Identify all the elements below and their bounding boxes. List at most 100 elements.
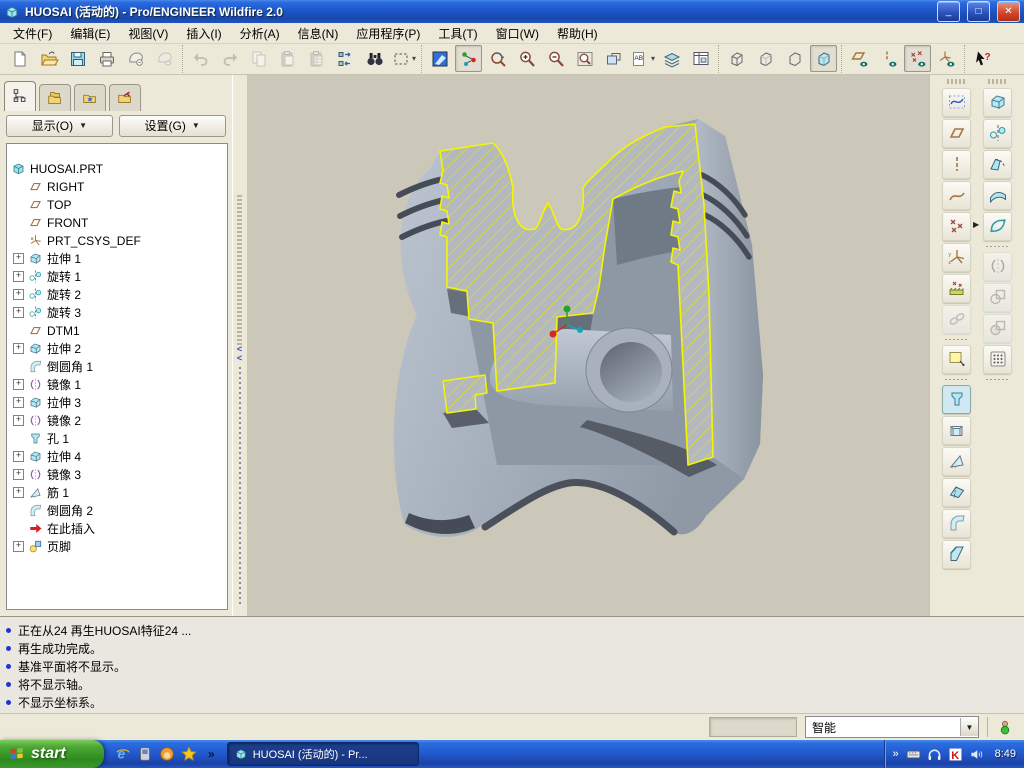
datum-csys-button[interactable]: yz (942, 242, 972, 272)
tree-item[interactable]: + 镜像 1 (7, 376, 227, 394)
tree-item[interactable]: + 镜像 3 (7, 466, 227, 484)
offset-points-button[interactable] (942, 273, 972, 303)
connections-tab[interactable] (109, 83, 141, 111)
tree-item[interactable]: FRONT (7, 214, 227, 232)
no-hidden-button[interactable] (781, 45, 808, 72)
favorites-star-icon[interactable] (180, 745, 198, 763)
expand-plus-icon[interactable]: + (13, 415, 24, 427)
tree-item[interactable]: + 拉伸 4 (7, 448, 227, 466)
note-button[interactable] (942, 344, 972, 374)
datum-curve-button[interactable] (942, 180, 972, 210)
menu-item-6[interactable]: 应用程序(P) (347, 23, 429, 44)
plane-display-button[interactable] (846, 45, 873, 72)
tree-item[interactable]: + 拉伸 2 (7, 340, 227, 358)
sweep-button[interactable] (983, 149, 1013, 179)
tree-item[interactable]: + 旋转 2 (7, 286, 227, 304)
menu-item-0[interactable]: 文件(F) (4, 23, 61, 44)
shell-button[interactable] (942, 415, 972, 445)
shaded-button[interactable] (810, 45, 837, 73)
tree-item[interactable]: PRT_CSYS_DEF (7, 232, 227, 250)
maximize-button[interactable]: □ (967, 1, 990, 23)
wireframe-button[interactable] (723, 45, 750, 72)
annotations-button[interactable]: AB ▾ (629, 45, 656, 72)
sketch-tool-button[interactable] (942, 87, 972, 117)
sash-grip[interactable] (237, 194, 243, 345)
tree-item[interactable]: + 旋转 3 (7, 304, 227, 322)
repaint-button[interactable] (426, 45, 453, 72)
antivirus-icon[interactable]: K (947, 746, 964, 763)
expand-plus-icon[interactable]: + (13, 469, 24, 481)
tree-item[interactable]: HUOSAI.PRT (7, 160, 227, 178)
spin-center-button[interactable] (455, 45, 482, 73)
chamfer-button[interactable] (942, 539, 972, 569)
tree-item[interactable]: + 拉伸 1 (7, 250, 227, 268)
menu-item-5[interactable]: 信息(N) (289, 23, 348, 44)
expand-plus-icon[interactable]: + (13, 379, 24, 391)
overflow-chevron-icon[interactable]: » (208, 747, 215, 761)
agent-icon[interactable] (158, 745, 176, 763)
expand-plus-icon[interactable]: + (13, 271, 24, 283)
tree-item[interactable]: RIGHT (7, 178, 227, 196)
navigator-sash[interactable]: < < (231, 74, 247, 616)
extrude-button[interactable] (983, 87, 1013, 117)
draft-button[interactable] (942, 477, 972, 507)
datum-point-button[interactable]: ▶ (942, 211, 979, 241)
close-button[interactable]: ✕ (997, 1, 1020, 23)
csys-display-button[interactable] (933, 45, 960, 72)
messenger-icon[interactable] (136, 745, 154, 763)
menu-item-7[interactable]: 工具(T) (429, 23, 486, 44)
tree-item[interactable]: + 镜像 2 (7, 412, 227, 430)
menu-item-4[interactable]: 分析(A) (231, 23, 289, 44)
round-button[interactable] (942, 508, 972, 538)
tree-settings-button[interactable]: 设置(G) ▼ (118, 114, 226, 137)
zoom-out-button[interactable] (542, 45, 569, 72)
expand-plus-icon[interactable]: + (13, 289, 24, 301)
refit-button[interactable] (571, 45, 598, 72)
open-file-button[interactable] (35, 45, 62, 72)
axis-display-button[interactable] (875, 45, 902, 72)
menu-item-3[interactable]: 插入(I) (177, 23, 230, 44)
tree-item[interactable]: 倒圆角 2 (7, 502, 227, 520)
send-mail-button[interactable] (122, 45, 149, 72)
rib-button[interactable] (942, 446, 972, 476)
tray-chevron-icon[interactable]: » (892, 748, 898, 760)
datum-plane-button[interactable] (942, 118, 972, 148)
expand-plus-icon[interactable]: + (13, 307, 24, 319)
saved-views-button[interactable] (600, 45, 627, 72)
regenerate-button[interactable] (332, 45, 359, 72)
expand-plus-icon[interactable]: + (13, 541, 24, 553)
3d-viewport[interactable] (246, 74, 930, 616)
tree-item[interactable]: + 页脚 (7, 538, 227, 556)
expand-plus-icon[interactable]: + (13, 253, 24, 265)
zoom-in-button[interactable] (513, 45, 540, 72)
taskbar-task-button[interactable]: HUOSAI (活动的) - Pr... (226, 742, 419, 766)
tree-show-button[interactable]: 显示(O) ▼ (6, 114, 113, 137)
expand-plus-icon[interactable]: + (13, 451, 24, 463)
menu-item-9[interactable]: 帮助(H) (548, 23, 607, 44)
tree-item[interactable]: + 旋转 1 (7, 268, 227, 286)
context-help-button[interactable]: ? (969, 45, 996, 72)
menu-item-2[interactable]: 视图(V) (119, 23, 177, 44)
tree-item[interactable]: 孔 1 (7, 430, 227, 448)
favorites-tab[interactable] (74, 83, 106, 111)
tree-item[interactable]: + 筋 1 (7, 484, 227, 502)
ie-icon[interactable]: e (114, 745, 132, 763)
select-box-button[interactable]: ▾ (390, 45, 417, 72)
tree-item[interactable]: TOP (7, 196, 227, 214)
save-button[interactable] (64, 45, 91, 72)
tree-item[interactable]: + 拉伸 3 (7, 394, 227, 412)
start-button[interactable]: start (0, 740, 104, 768)
tree-item[interactable]: 倒圆角 1 (7, 358, 227, 376)
new-file-button[interactable] (6, 45, 33, 72)
expand-plus-icon[interactable]: + (13, 487, 24, 499)
folder-tab[interactable] (39, 83, 71, 111)
headphones-icon[interactable] (926, 746, 943, 763)
chevron-down-icon[interactable]: ▼ (960, 718, 978, 737)
selection-filter-combo[interactable]: 智能 ▼ (805, 716, 979, 739)
pattern-button[interactable] (983, 344, 1013, 374)
model-tree-tab[interactable] (4, 80, 36, 111)
expand-plus-icon[interactable]: + (13, 397, 24, 409)
keyboard-icon[interactable] (905, 746, 922, 763)
find-button[interactable] (361, 45, 388, 72)
hole-button[interactable] (942, 384, 972, 414)
